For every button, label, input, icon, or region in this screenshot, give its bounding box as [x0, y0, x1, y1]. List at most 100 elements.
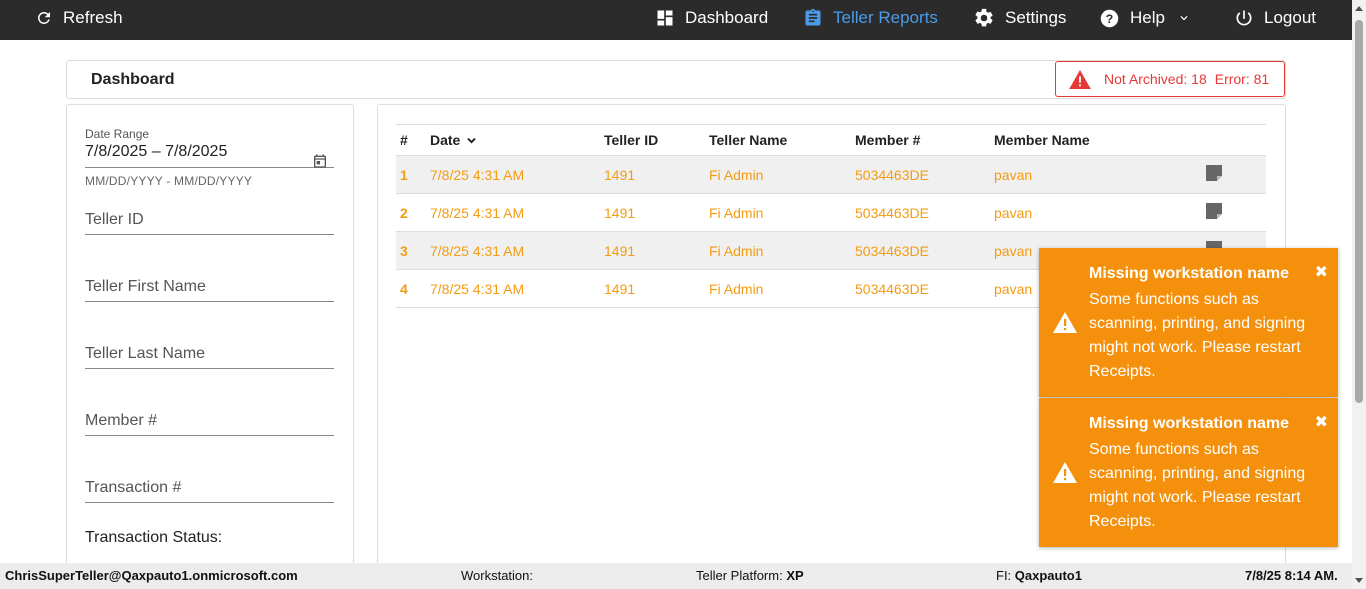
refresh-label: Refresh — [63, 8, 123, 27]
nav-dashboard-label: Dashboard — [685, 8, 769, 27]
footer-fi-label: FI: — [996, 568, 1012, 583]
transaction-status-label: Transaction Status: — [85, 529, 223, 546]
row-actions — [1202, 193, 1266, 232]
col-header-actions — [1202, 124, 1266, 156]
footer-workstation-label: Workstation: — [461, 568, 534, 583]
table-row[interactable]: 2 7/8/25 4:31 AM 1491 Fi Admin 5034463DE… — [396, 193, 1266, 232]
row-member-num: 5034463DE — [851, 155, 990, 194]
row-teller-id: 1491 — [600, 231, 705, 270]
teller-first-name-field[interactable]: Teller First Name — [85, 278, 334, 302]
row-number: 2 — [396, 193, 426, 232]
svg-text:?: ? — [1106, 11, 1113, 25]
col-header-member-num[interactable]: Member # — [851, 124, 990, 156]
clipboard-icon — [805, 8, 821, 26]
toast-notification: Missing workstation name Some functions … — [1039, 248, 1338, 397]
filter-panel: Date Range 7/8/2025 – 7/8/2025 MM/DD/YYY… — [66, 104, 354, 576]
table-row[interactable]: 1 7/8/25 4:31 AM 1491 Fi Admin 5034463DE… — [396, 155, 1266, 194]
nav-dashboard[interactable]: Dashboard — [655, 0, 768, 36]
row-actions — [1202, 155, 1266, 194]
transaction-number-field[interactable]: Transaction # — [85, 479, 334, 503]
nav-settings-label: Settings — [1005, 8, 1067, 27]
row-number: 4 — [396, 269, 426, 308]
toast-title: Missing workstation name — [1089, 415, 1290, 432]
nav-settings[interactable]: Settings — [973, 0, 1066, 36]
footer-platform-label: Teller Platform: — [696, 568, 783, 583]
nav-help[interactable]: ? Help — [1099, 0, 1191, 36]
date-range-label: Date Range — [85, 127, 150, 141]
col-header-date[interactable]: Date — [426, 124, 600, 156]
toast-message: Some functions such as scanning, printin… — [1089, 441, 1306, 530]
toast-message: Some functions such as scanning, printin… — [1089, 291, 1306, 380]
row-teller-name: Fi Admin — [705, 193, 851, 232]
toast-notification: Missing workstation name Some functions … — [1039, 398, 1338, 547]
row-date: 7/8/25 4:31 AM — [426, 155, 600, 194]
row-teller-id: 1491 — [600, 269, 705, 308]
logout-label: Logout — [1264, 8, 1316, 27]
row-member-num: 5034463DE — [851, 269, 990, 308]
page-title: Dashboard — [91, 71, 175, 88]
col-header-teller-id[interactable]: Teller ID — [600, 124, 705, 156]
refresh-icon — [38, 12, 50, 24]
row-teller-name: Fi Admin — [705, 155, 851, 194]
calendar-icon[interactable] — [312, 153, 328, 169]
error-count: Error: 81 — [1214, 71, 1270, 87]
warning-icon — [1053, 312, 1077, 333]
not-archived-count: Not Archived: 18 — [1104, 71, 1207, 87]
row-member-num: 5034463DE — [851, 193, 990, 232]
row-number: 1 — [396, 155, 426, 194]
vertical-scrollbar[interactable] — [1352, 0, 1366, 589]
teller-last-name-field[interactable]: Teller Last Name — [85, 345, 334, 369]
scroll-down-arrow-icon[interactable] — [1355, 578, 1363, 583]
chevron-down-icon — [1180, 16, 1188, 21]
footer-platform: Teller Platform: XP — [696, 568, 804, 583]
col-header-date-label: Date — [430, 132, 461, 148]
row-teller-name: Fi Admin — [705, 269, 851, 308]
date-range-input[interactable]: 7/8/2025 – 7/8/2025 — [85, 143, 334, 168]
scroll-up-arrow-icon[interactable] — [1355, 6, 1363, 11]
footer-user: ChrisSuperTeller@Qaxpauto1.onmicrosoft.c… — [5, 568, 298, 583]
col-header-member-name[interactable]: Member Name — [990, 124, 1202, 156]
date-range-hint: MM/DD/YYYY - MM/DD/YYYY — [85, 174, 253, 188]
teller-first-name-input[interactable]: Teller First Name — [85, 278, 334, 302]
sort-desc-chevron-icon[interactable] — [464, 133, 479, 148]
footer-fi-value: Qaxpauto1 — [1014, 568, 1082, 583]
col-header-num[interactable]: # — [396, 124, 426, 156]
row-date: 7/8/25 4:31 AM — [426, 231, 600, 270]
note-icon[interactable] — [1206, 165, 1222, 181]
row-number: 3 — [396, 231, 426, 270]
row-member-name: pavan — [990, 155, 1202, 194]
footer-fi: FI: Qaxpauto1 — [996, 568, 1082, 583]
scrollbar-thumb[interactable] — [1355, 20, 1363, 403]
close-icon[interactable]: ✖ — [1315, 262, 1328, 282]
power-icon — [1236, 10, 1252, 26]
teller-last-name-input[interactable]: Teller Last Name — [85, 345, 334, 369]
logout-button[interactable]: Logout — [1234, 0, 1316, 36]
nav-teller-reports[interactable]: Teller Reports — [803, 0, 938, 36]
refresh-button[interactable]: Refresh — [35, 0, 123, 36]
gear-icon — [975, 8, 993, 27]
warning-icon — [1069, 69, 1091, 89]
teller-id-input[interactable]: Teller ID — [85, 211, 334, 235]
row-member-name: pavan — [990, 193, 1202, 232]
col-header-teller-name[interactable]: Teller Name — [705, 124, 851, 156]
footer-datetime: 7/8/25 8:14 AM. — [1245, 568, 1338, 583]
warning-icon — [1053, 462, 1077, 483]
transaction-number-input[interactable]: Transaction # — [85, 479, 334, 503]
member-number-input[interactable]: Member # — [85, 412, 334, 436]
teller-id-field[interactable]: Teller ID — [85, 211, 334, 235]
nav-help-label: Help — [1130, 8, 1165, 27]
help-circle-icon: ? — [1100, 9, 1119, 27]
row-teller-id: 1491 — [600, 193, 705, 232]
dashboard-icon — [657, 10, 673, 26]
nav-teller-reports-label: Teller Reports — [833, 8, 938, 27]
row-teller-name: Fi Admin — [705, 231, 851, 270]
date-range-field[interactable]: Date Range 7/8/2025 – 7/8/2025 MM/DD/YYY… — [85, 127, 334, 188]
table-header-row: # Date Teller ID Teller Name Member # Me… — [396, 124, 1266, 156]
archive-status-alert[interactable]: Not Archived: 18 Error: 81 — [1055, 61, 1285, 97]
close-icon[interactable]: ✖ — [1315, 412, 1328, 432]
note-icon[interactable] — [1206, 203, 1222, 219]
row-date: 7/8/25 4:31 AM — [426, 193, 600, 232]
footer-platform-value: XP — [786, 568, 804, 583]
member-number-field[interactable]: Member # — [85, 412, 334, 436]
status-footer: ChrisSuperTeller@Qaxpauto1.onmicrosoft.c… — [0, 563, 1352, 589]
